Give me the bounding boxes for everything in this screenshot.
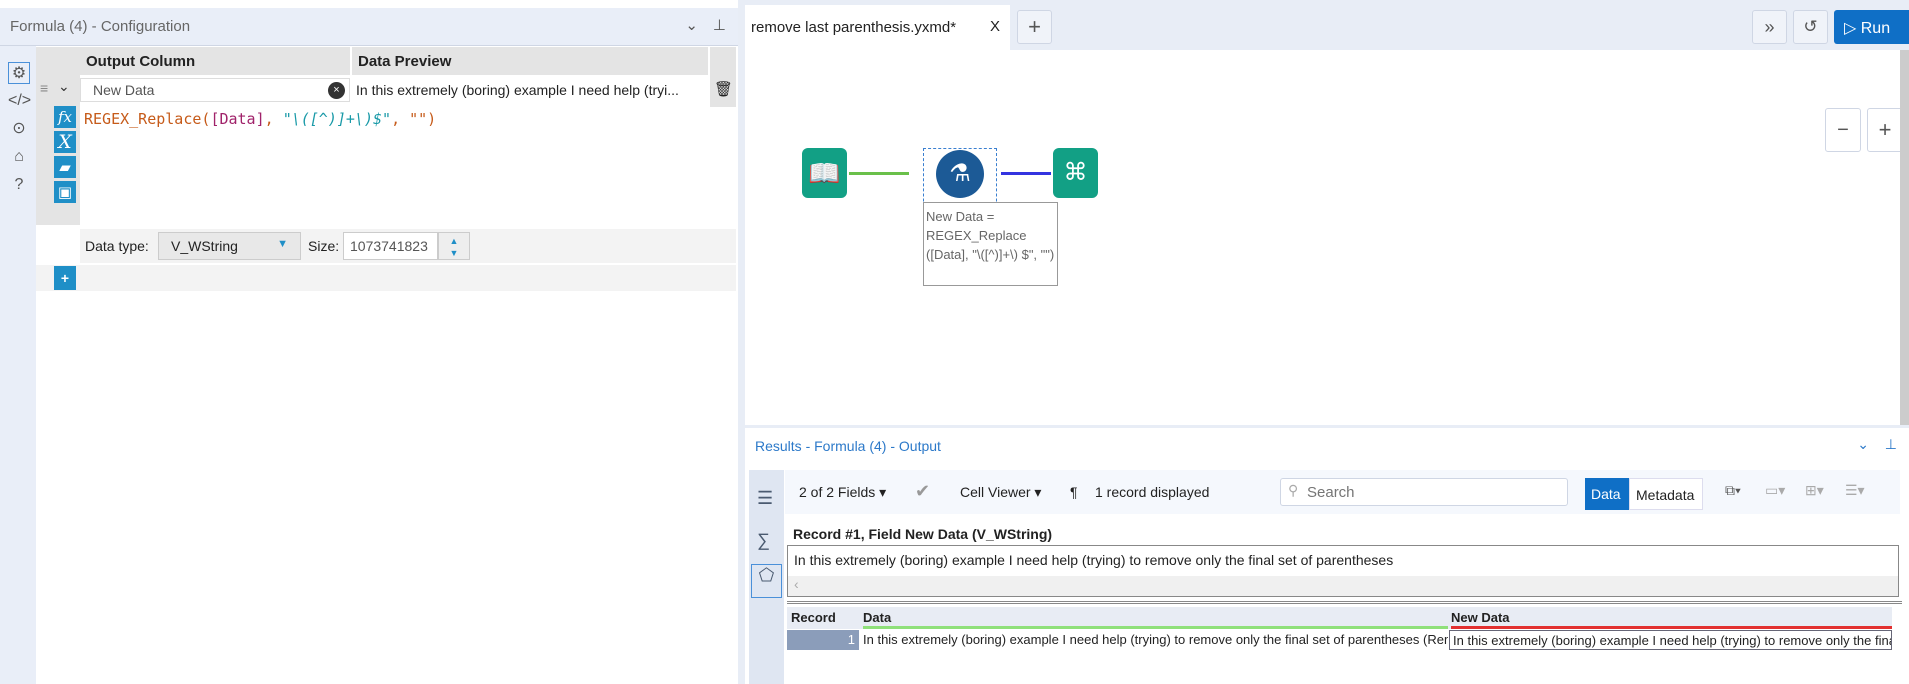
zoom-out-button[interactable]: − <box>1825 108 1861 152</box>
config-sidebar: ⚙ </> ⊙ ⌂ ? <box>0 46 36 684</box>
results-panel: Results - Formula (4) - Output ⌄ ⊥ ☰ ∑ ⬠… <box>745 428 1909 684</box>
run-button[interactable]: ▷ Run <box>1834 10 1909 44</box>
save-icon[interactable]: ▣ <box>54 181 76 203</box>
browse-tool-icon[interactable]: ⌘ <box>1053 148 1098 198</box>
collapse-chevron-icon[interactable]: ⌄ <box>58 78 70 95</box>
formula-tool-icon[interactable]: ⚗ <box>936 150 984 198</box>
size-stepper[interactable]: ▲ ▼ <box>438 232 470 260</box>
metadata-tab[interactable]: Metadata <box>1629 478 1703 510</box>
add-column-icon[interactable]: ⊞▾ <box>1805 482 1824 499</box>
cell-record: 1 <box>787 630 859 650</box>
cell-viewer-dropdown[interactable]: Cell Viewer ▾ <box>960 484 1041 501</box>
new-tab-button[interactable]: + <box>1017 10 1052 44</box>
results-title: Results - Formula (4) - Output <box>755 438 941 454</box>
config-title: Formula (4) - Configuration <box>10 18 191 35</box>
close-tab-icon[interactable]: X <box>990 18 1000 35</box>
function-icon[interactable]: fx <box>54 106 76 128</box>
cell-new-data[interactable]: In this extremely (boring) example I nee… <box>1449 630 1892 650</box>
fields-dropdown[interactable]: 2 of 2 Fields ▾ <box>799 484 886 501</box>
pin-icon[interactable]: ⊥ <box>1885 436 1897 453</box>
open-folder-icon[interactable]: ▰ <box>54 156 76 178</box>
cell-viewer-box[interactable]: In this extremely (boring) example I nee… <box>787 545 1899 597</box>
col-new-data[interactable]: New Data <box>1451 610 1892 629</box>
dropdown-arrow-icon: ▼ <box>277 238 288 250</box>
add-expression-button[interactable]: + <box>54 266 76 290</box>
cell-value: In this extremely (boring) example I nee… <box>794 552 1394 568</box>
menu-icon[interactable]: ☰▾ <box>1845 482 1865 499</box>
record-count: 1 record displayed <box>1095 484 1210 500</box>
horizontal-scrollbar[interactable]: ‹ <box>788 576 1898 596</box>
save-icon[interactable]: ▭▾ <box>1765 482 1785 499</box>
cell-data: In this extremely (boring) example I nee… <box>863 632 1448 647</box>
code-icon[interactable]: </> <box>8 90 31 112</box>
data-type-select[interactable]: V_WString ▼ <box>158 232 301 260</box>
tab-title: remove last parenthesis.yxmd* <box>751 19 957 36</box>
size-input[interactable]: 1073741823 <box>343 232 438 260</box>
search-input[interactable] <box>1280 478 1568 506</box>
drag-handle-icon[interactable]: ≡ <box>40 80 48 96</box>
connection-icon[interactable]: ⊙ <box>8 118 30 140</box>
table-header: Record Data New Data <box>787 607 1892 629</box>
connection-line <box>849 172 909 175</box>
copy-icon[interactable]: ⧉▾ <box>1725 482 1741 499</box>
connection-line-output <box>1001 172 1051 175</box>
help-icon[interactable]: ? <box>8 174 30 196</box>
configuration-panel: Formula (4) - Configuration ⌄ ⊥ ⚙ </> ⊙ … <box>0 0 738 684</box>
history-icon[interactable]: ↺ <box>1793 10 1828 44</box>
table-view-icon[interactable]: ☰ <box>757 488 773 509</box>
zoom-in-button[interactable]: + <box>1867 108 1903 152</box>
scroll-column <box>710 47 736 107</box>
results-toolbar: 2 of 2 Fields ▾ ✔ Cell Viewer ▾ ¶ 1 reco… <box>785 470 1900 514</box>
sum-icon[interactable]: ∑ <box>757 530 770 551</box>
check-icon[interactable]: ✔ <box>915 481 930 502</box>
trash-icon[interactable]: 🗑 <box>714 80 733 98</box>
table-row[interactable]: 1 In this extremely (boring) example I n… <box>787 630 1892 650</box>
variable-icon[interactable]: X <box>54 131 76 153</box>
expand-button[interactable]: » <box>1752 10 1787 44</box>
col-record[interactable]: Record <box>791 610 836 625</box>
cell-header: Record #1, Field New Data (V_WString) <box>793 526 1053 542</box>
search-icon: ⚲ <box>1288 482 1299 498</box>
workflow-tab[interactable]: remove last parenthesis.yxmd* X <box>745 5 1010 50</box>
data-tab[interactable]: Data <box>1585 478 1629 510</box>
data-preview-header: Data Preview <box>352 47 708 75</box>
pilcrow-icon[interactable]: ¶ <box>1070 484 1078 500</box>
add-row <box>36 265 736 291</box>
chevron-down-icon[interactable]: ⌄ <box>685 16 698 34</box>
clear-icon[interactable]: × <box>328 82 345 99</box>
canvas-scrollbar[interactable] <box>1900 50 1909 425</box>
formula-expression[interactable]: REGEX_Replace([Data], "\([^)]+\)$", "") <box>84 110 436 128</box>
splitter[interactable] <box>787 601 1902 604</box>
data-preview-value: In this extremely (boring) example I nee… <box>356 82 679 98</box>
tool-annotation: New Data = REGEX_Replace ([Data], "\([^)… <box>923 202 1058 286</box>
pin-icon[interactable]: ⊥ <box>713 16 726 34</box>
output-column-input[interactable]: New Data × <box>80 78 350 102</box>
output-column-value: New Data <box>93 82 155 98</box>
workflow-canvas[interactable]: − + 📖 ⚗ ⌘ New Data = REGEX_Replace ([Dat… <box>745 50 1909 425</box>
data-type-label: Data type: <box>85 238 149 254</box>
config-header: Formula (4) - Configuration ⌄ ⊥ <box>0 8 738 46</box>
size-label: Size: <box>308 238 340 254</box>
tag-icon[interactable]: ⌂ <box>8 146 30 168</box>
gear-icon[interactable]: ⚙ <box>8 62 30 84</box>
output-column-header: Output Column <box>80 47 350 75</box>
play-icon: ▷ <box>1844 20 1861 37</box>
chevron-down-icon[interactable]: ⌄ <box>1857 436 1869 453</box>
data-type-value: V_WString <box>171 238 238 254</box>
col-data[interactable]: Data <box>863 610 1448 629</box>
cell-viewer-icon[interactable]: ⬠ <box>751 564 782 598</box>
input-data-tool-icon[interactable]: 📖 <box>802 148 847 198</box>
results-sidebar: ☰ ∑ ⬠ <box>749 470 784 684</box>
